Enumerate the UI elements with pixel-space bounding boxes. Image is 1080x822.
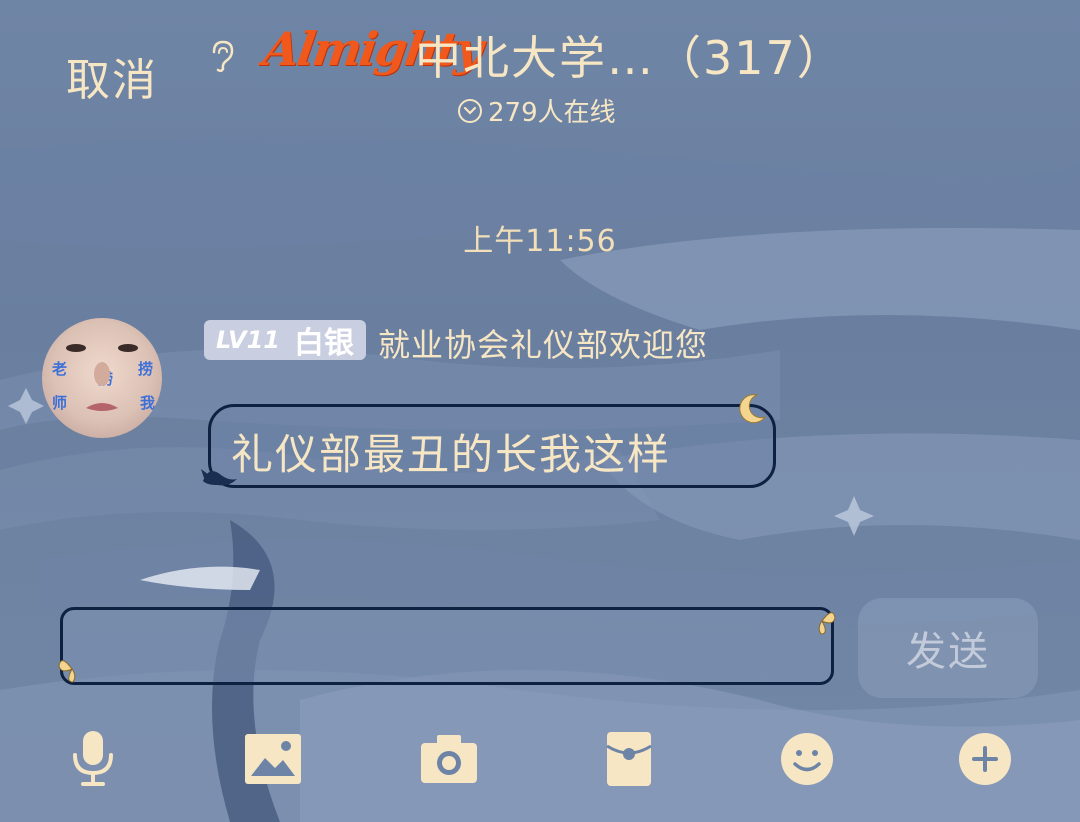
avatar-face <box>66 344 138 411</box>
avatar[interactable]: 老 师 捞 捞 我 <box>42 318 162 438</box>
group-title[interactable]: 中北大学…（317） <box>415 22 845 88</box>
emoji-icon[interactable] <box>774 726 840 792</box>
rank-label: 白银 <box>293 326 354 361</box>
group-name: 中北大学… <box>415 31 655 85</box>
butterfly-icon <box>818 612 836 635</box>
message-input[interactable] <box>58 607 836 685</box>
microphone-icon[interactable] <box>60 726 126 792</box>
cancel-button[interactable]: 取消 <box>66 44 158 108</box>
whale-icon <box>201 469 237 486</box>
send-button[interactable]: 发送 <box>858 598 1038 698</box>
moon-icon <box>739 394 767 424</box>
online-count: 279人在线 <box>488 98 616 128</box>
plus-icon[interactable] <box>952 726 1018 792</box>
image-icon[interactable] <box>240 726 306 792</box>
message-timestamp: 上午11:56 <box>463 224 617 259</box>
red-packet-icon[interactable] <box>596 726 662 792</box>
message-bubble[interactable]: 礼仪部最丑的长我这样 <box>201 394 776 488</box>
chevron-down-icon <box>458 98 482 123</box>
sender-title: 就业协会礼仪部欢迎您 <box>378 326 709 364</box>
online-status[interactable]: 279人在线 <box>458 92 616 129</box>
message-text: 礼仪部最丑的长我这样 <box>231 430 672 479</box>
camera-icon[interactable] <box>416 726 482 792</box>
member-count: （317） <box>655 31 845 85</box>
level-label: LV11 <box>216 326 280 354</box>
ear-icon[interactable] <box>208 38 236 74</box>
composer-toolbar <box>0 726 1080 796</box>
butterfly-icon <box>58 660 76 683</box>
member-level-badge: LV11 白银 <box>204 320 366 361</box>
